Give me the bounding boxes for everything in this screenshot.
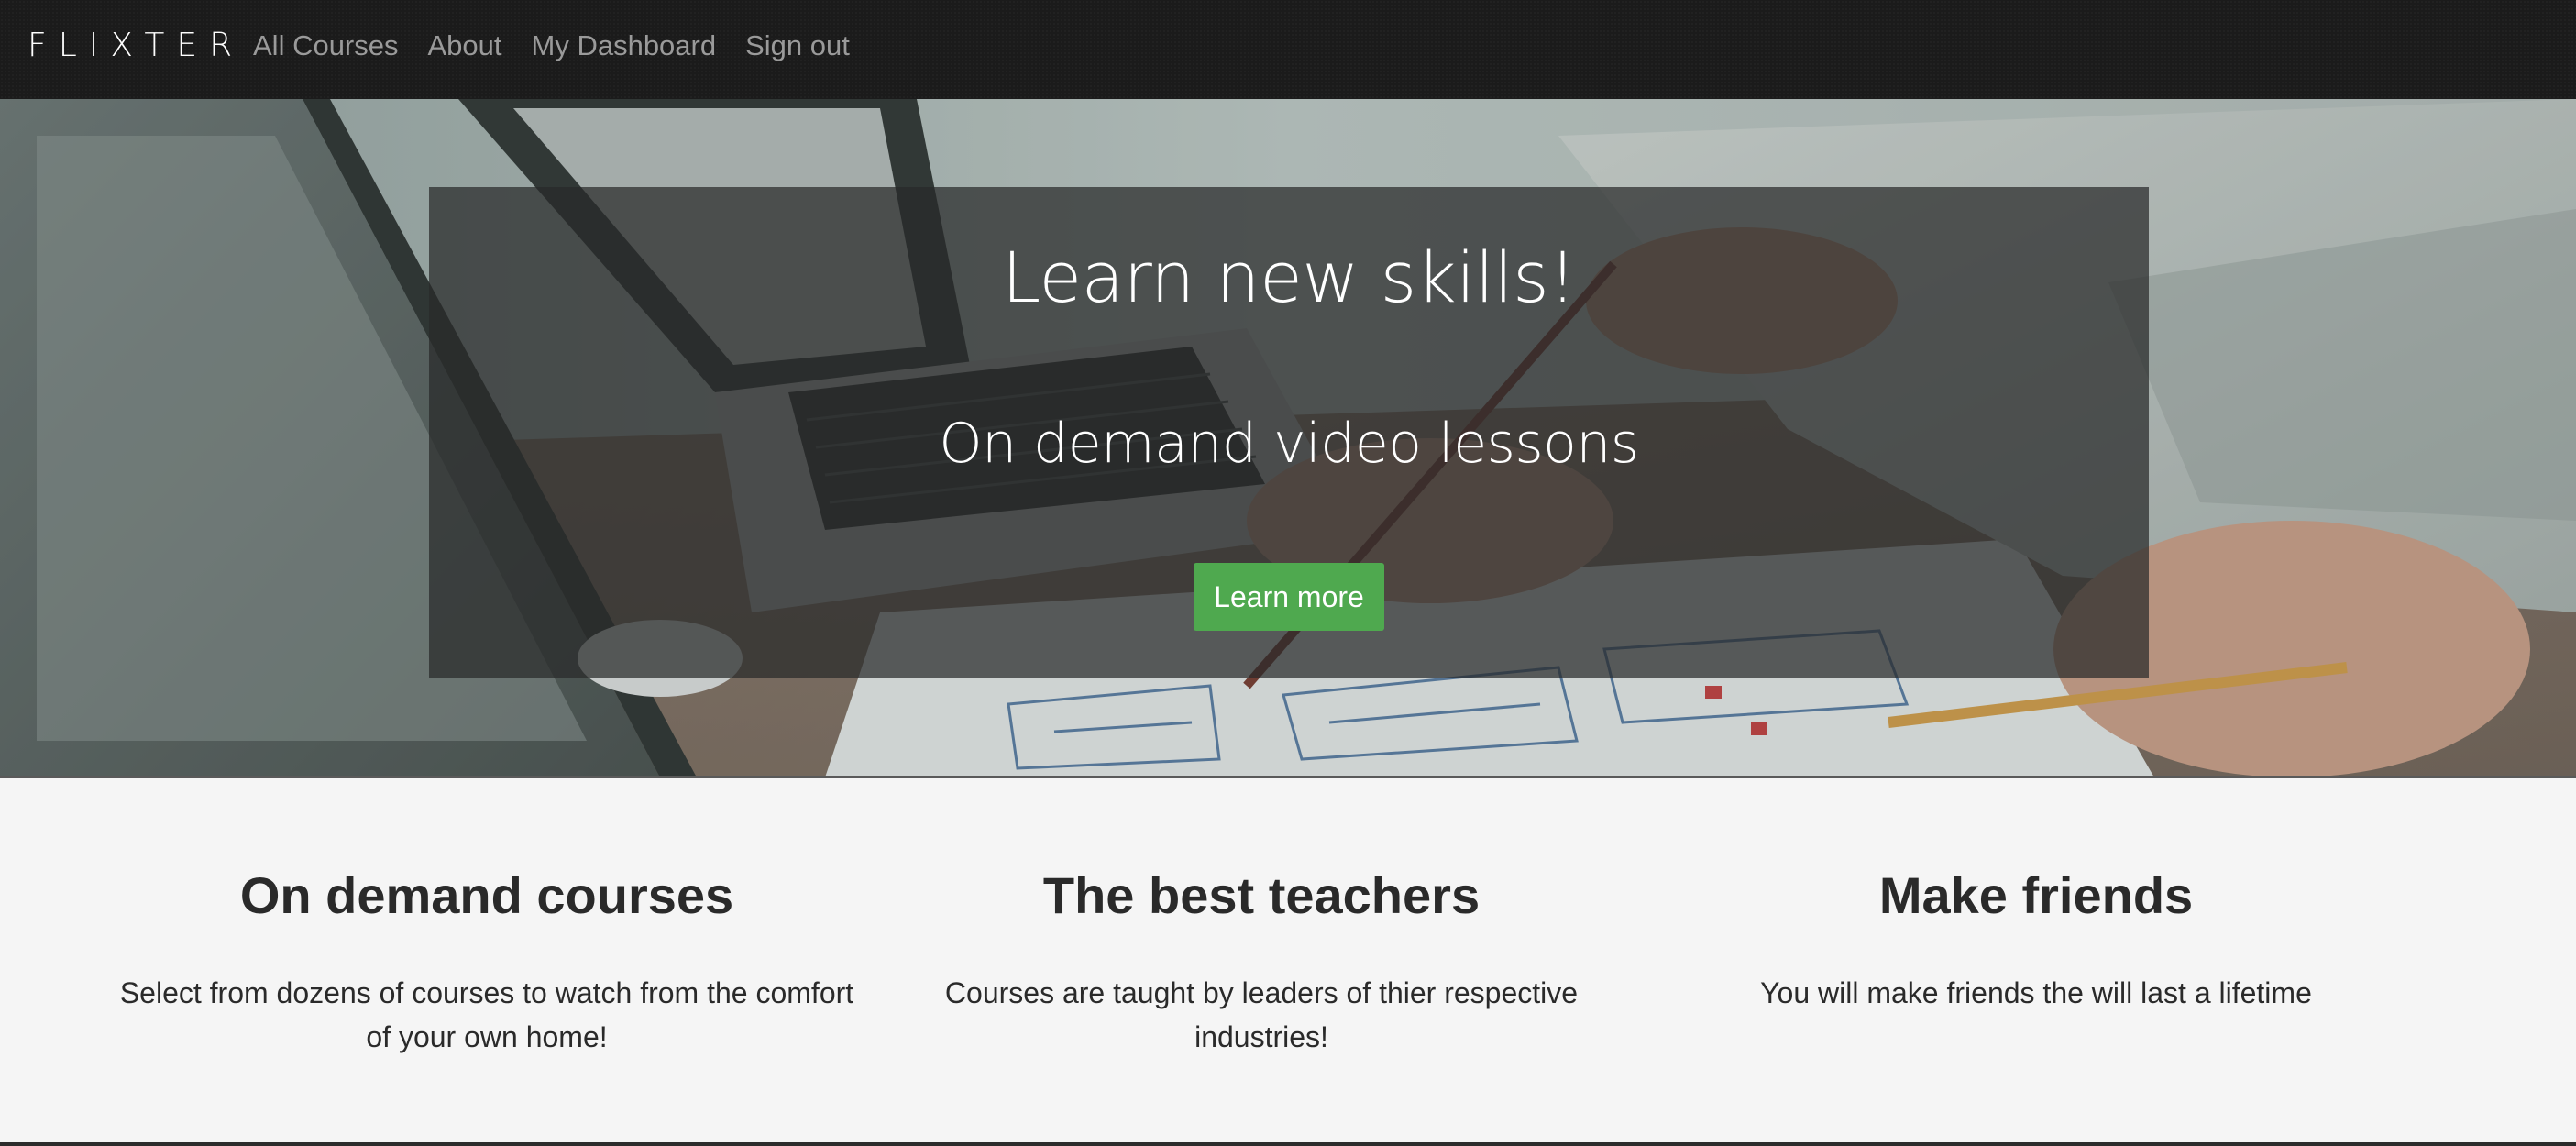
feature-description: Courses are taught by leaders of thier r…: [944, 976, 1579, 1053]
main-nav: All Courses About My Dashboard Sign out: [253, 26, 879, 66]
footer-divider: [0, 1142, 2576, 1146]
hero-title: Learn new skills!: [1001, 237, 1577, 318]
nav-link-sign-out[interactable]: Sign out: [745, 26, 850, 66]
top-navbar: FLIXTER All Courses About My Dashboard S…: [0, 0, 2576, 99]
learn-more-button[interactable]: Learn more: [1194, 563, 1384, 631]
feature-description: You will make friends the will last a li…: [1760, 976, 2312, 1009]
hero-overlay-box: Learn new skills! On demand video lesson…: [429, 187, 2149, 678]
feature-title: On demand courses: [239, 866, 734, 924]
hero-section: Learn new skills! On demand video lesson…: [0, 99, 2576, 777]
feature-title: The best teachers: [1042, 866, 1481, 924]
feature-description: Select from dozens of courses to watch f…: [119, 976, 854, 1053]
nav-link-about[interactable]: About: [428, 26, 502, 66]
feature-title: Make friends: [1878, 866, 2194, 924]
features-section: On demand courses Select from dozens of …: [0, 778, 2576, 1142]
nav-link-my-dashboard[interactable]: My Dashboard: [532, 26, 717, 66]
nav-link-all-courses[interactable]: All Courses: [253, 26, 399, 66]
hero-subtitle: On demand video lessons: [939, 412, 1639, 476]
brand-logo[interactable]: FLIXTER: [28, 24, 244, 68]
